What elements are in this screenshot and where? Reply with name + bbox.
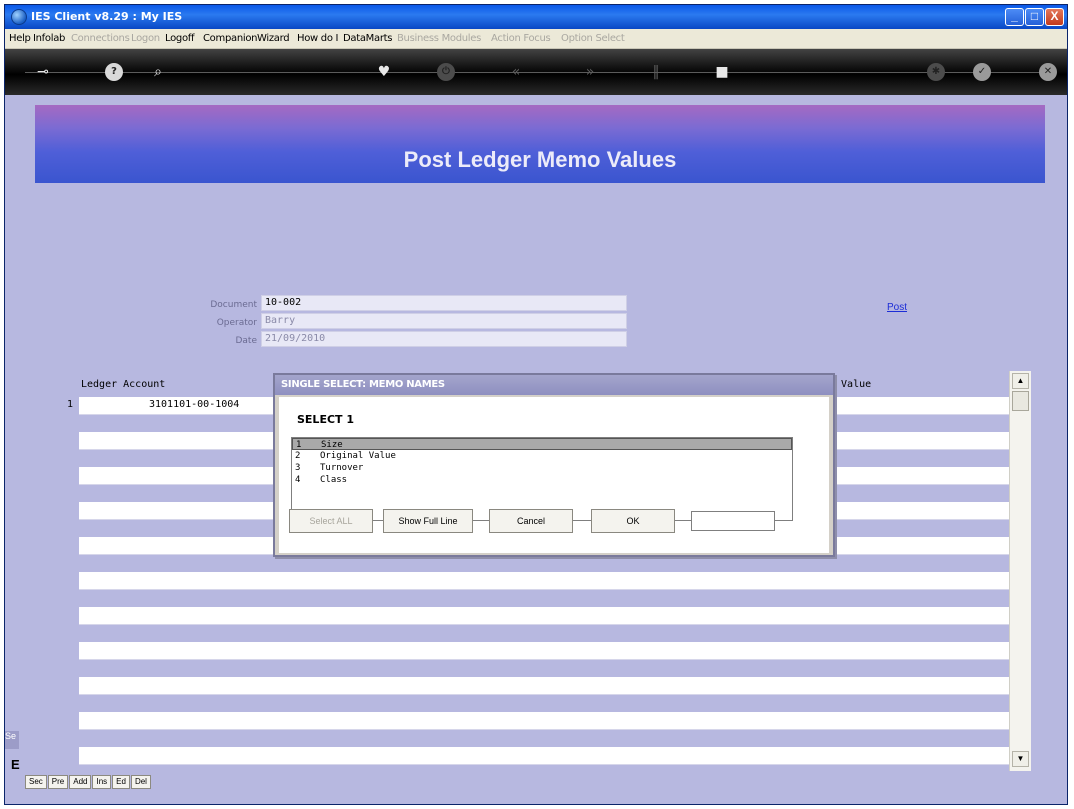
search-icon[interactable]: ⌕: [149, 63, 167, 81]
menu-action-focus[interactable]: Action Focus: [491, 33, 551, 44]
document-field[interactable]: 10-002: [261, 295, 627, 311]
side-marker: E: [11, 757, 20, 772]
item-number: 3: [295, 463, 301, 473]
table-row[interactable]: [79, 572, 1009, 590]
rewind-icon[interactable]: «: [507, 63, 525, 81]
menu-business-modules[interactable]: Business Modules: [397, 33, 481, 44]
dialog-title: SINGLE SELECT: MEMO NAMES: [275, 375, 833, 395]
scroll-down-icon[interactable]: ▼: [1012, 751, 1029, 767]
col-ledger-account: Ledger Account: [81, 379, 166, 390]
list-item[interactable]: 1 Size: [292, 438, 792, 450]
ed-button[interactable]: Ed: [112, 775, 130, 789]
app-window: IES Client v8.29 : My IES _ □ X Help Inf…: [4, 4, 1068, 805]
menu-infolab[interactable]: Infolab: [33, 33, 65, 44]
page-banner: Post Ledger Memo Values: [35, 105, 1045, 183]
settings-icon[interactable]: ✱: [927, 63, 945, 81]
close-window-button[interactable]: X: [1045, 8, 1064, 26]
show-full-line-button[interactable]: Show Full Line: [383, 509, 473, 533]
menu-companion[interactable]: Companion: [203, 33, 258, 44]
app-icon: [11, 9, 27, 25]
row-number-column: [45, 395, 79, 775]
check-icon[interactable]: ✓: [973, 63, 991, 81]
list-item[interactable]: 3 Turnover: [292, 462, 792, 474]
item-label: Class: [320, 475, 348, 485]
window-title: IES Client v8.29 : My IES: [31, 10, 183, 23]
menu-connections[interactable]: Connections: [71, 33, 130, 44]
title-bar: IES Client v8.29 : My IES _ □ X: [5, 5, 1067, 29]
table-row[interactable]: [79, 747, 1009, 765]
power-icon[interactable]: ⏻: [437, 63, 455, 81]
del-button[interactable]: Del: [130, 775, 151, 789]
list-item[interactable]: 2 Original Value: [292, 450, 792, 462]
menu-wizard[interactable]: Wizard: [257, 33, 290, 44]
select-caption: SELECT 1: [297, 413, 355, 426]
grid-button-bar: Sec Pre Add Ins Ed Del: [25, 775, 152, 791]
scroll-thumb[interactable]: [1012, 391, 1029, 411]
item-number: 4: [295, 475, 301, 485]
col-value: w Value: [829, 379, 872, 390]
post-link[interactable]: Post: [887, 302, 907, 313]
menu-option-select[interactable]: Option Select: [561, 33, 625, 44]
menu-help[interactable]: Help: [9, 33, 31, 44]
toolbar-track: [25, 72, 1045, 73]
pre-button[interactable]: Pre: [47, 775, 69, 789]
list-item[interactable]: 4 Class: [292, 474, 792, 486]
select-all-button[interactable]: Select ALL: [289, 509, 373, 533]
table-row[interactable]: [79, 642, 1009, 660]
date-label: Date: [235, 336, 257, 346]
close-icon[interactable]: ✕: [1039, 63, 1057, 81]
pause-icon[interactable]: ‖: [647, 63, 665, 81]
stop-icon[interactable]: ■: [713, 63, 731, 81]
menu-how-do-i[interactable]: How do I: [297, 33, 339, 44]
cancel-button[interactable]: Cancel: [489, 509, 573, 533]
document-label: Document: [210, 300, 257, 310]
table-row[interactable]: [79, 712, 1009, 730]
maximize-button[interactable]: □: [1025, 8, 1044, 26]
menu-bar: Help Infolab Connections Logon Logoff Co…: [5, 29, 1067, 49]
table-row[interactable]: [79, 677, 1009, 695]
add-button[interactable]: Add: [69, 775, 92, 789]
memo-select-dialog: SINGLE SELECT: MEMO NAMES SELECT 1 1 Siz…: [273, 373, 835, 557]
page-title: Post Ledger Memo Values: [403, 147, 677, 172]
heart-icon[interactable]: ♥: [375, 63, 393, 81]
table-row[interactable]: [79, 607, 1009, 625]
item-number: 2: [295, 451, 301, 461]
fast-forward-icon[interactable]: »: [581, 63, 599, 81]
minimize-button[interactable]: _: [1005, 8, 1024, 26]
menu-logoff[interactable]: Logoff: [165, 33, 195, 44]
ok-button[interactable]: OK: [591, 509, 675, 533]
scroll-up-icon[interactable]: ▲: [1012, 373, 1029, 389]
sec-button[interactable]: Sec: [25, 775, 47, 789]
operator-label: Operator: [216, 318, 257, 328]
operator-field[interactable]: Barry: [261, 313, 627, 329]
vertical-scrollbar[interactable]: ▲ ▼: [1009, 371, 1031, 771]
item-label: Turnover: [320, 463, 364, 473]
item-label: Original Value: [320, 451, 396, 461]
help-icon[interactable]: ?: [105, 63, 123, 81]
toolbar: ⊸ ? ⌕ ♥ ⏻ « » ‖ ■ ✱ ✓ ✕: [5, 49, 1067, 95]
account-cell[interactable]: 3101101-00-1004: [149, 399, 239, 410]
menu-logon[interactable]: Logon: [131, 33, 160, 44]
ins-button[interactable]: Ins: [92, 775, 112, 789]
menu-datamarts[interactable]: DataMarts: [343, 33, 392, 44]
filter-input[interactable]: [691, 511, 775, 531]
side-tab[interactable]: Se: [5, 731, 19, 749]
row-number: 1: [67, 399, 74, 410]
date-field[interactable]: 21/09/2010: [261, 331, 627, 347]
key-icon[interactable]: ⊸: [29, 63, 57, 81]
